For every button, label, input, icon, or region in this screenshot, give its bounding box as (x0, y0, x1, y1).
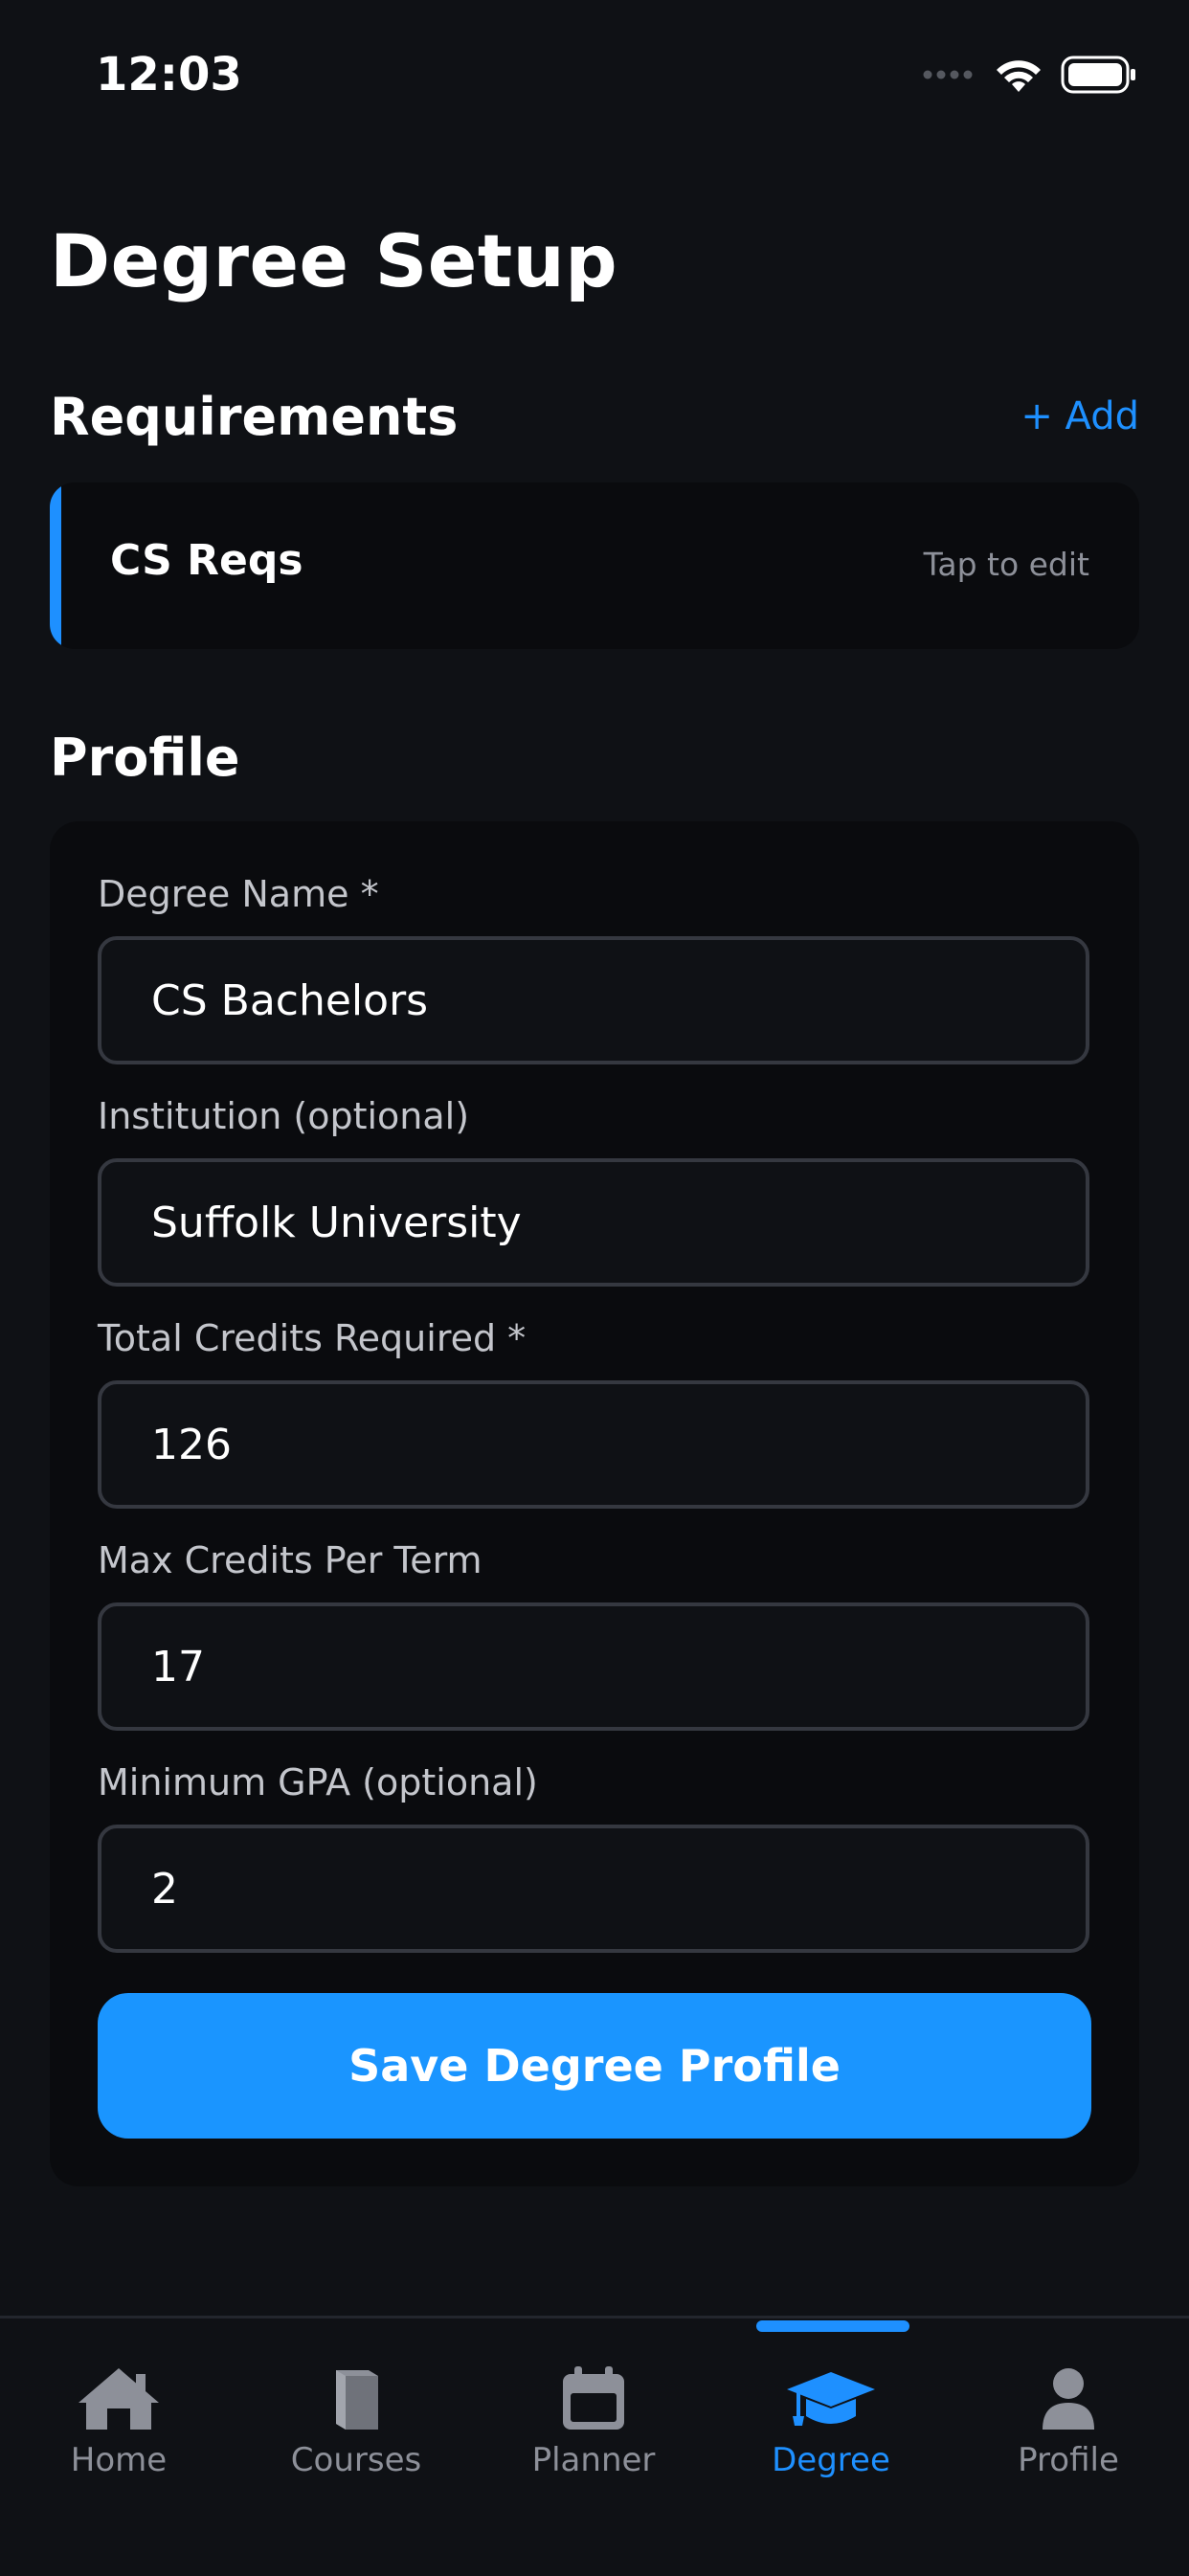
tab-degree-label: Degree (772, 2441, 890, 2479)
tab-planner-label: Planner (531, 2441, 656, 2479)
tab-courses[interactable]: Courses (237, 2364, 475, 2498)
profile-form: Degree Name * Institution (optional) Tot… (50, 821, 1139, 2186)
tab-profile[interactable]: Profile (950, 2364, 1187, 2498)
profile-section-title: Profile (50, 728, 240, 788)
tab-degree[interactable]: Degree (712, 2364, 950, 2498)
min-gpa-label: Minimum GPA (optional) (98, 1761, 538, 1803)
person-icon (950, 2364, 1187, 2431)
requirements-section-title: Requirements (50, 387, 459, 447)
status-icons (923, 54, 1137, 96)
requirement-card[interactable]: CS Reqs Tap to edit (50, 482, 1139, 649)
degree-name-label: Degree Name * (98, 873, 379, 915)
book-icon (237, 2364, 475, 2431)
degree-name-field[interactable] (98, 936, 1089, 1064)
page-title: Degree Setup (50, 218, 618, 303)
add-requirement-button[interactable]: + Add (1021, 394, 1139, 438)
graduation-cap-icon (712, 2364, 950, 2431)
tab-profile-label: Profile (1018, 2441, 1119, 2479)
min-gpa-field[interactable] (98, 1825, 1089, 1953)
max-credits-field[interactable] (98, 1602, 1089, 1731)
signal-icon (923, 69, 976, 80)
max-credits-label: Max Credits Per Term (98, 1539, 482, 1581)
wifi-icon (994, 56, 1043, 94)
tab-planner[interactable]: Planner (475, 2364, 712, 2498)
total-credits-field[interactable] (98, 1380, 1089, 1509)
save-degree-profile-button[interactable]: Save Degree Profile (98, 1993, 1091, 2139)
status-time: 12:03 (96, 48, 242, 101)
requirement-name: CS Reqs (110, 536, 303, 585)
institution-label: Institution (optional) (98, 1095, 470, 1137)
tab-home-label: Home (70, 2441, 168, 2479)
total-credits-label: Total Credits Required * (98, 1317, 527, 1359)
requirement-edit-hint: Tap to edit (923, 546, 1089, 583)
tab-courses-label: Courses (290, 2441, 422, 2479)
tab-home[interactable]: Home (0, 2364, 237, 2498)
house-icon (0, 2364, 237, 2431)
calendar-icon (475, 2364, 712, 2431)
active-tab-indicator (756, 2320, 909, 2332)
requirement-card-accent (50, 482, 61, 649)
institution-field[interactable] (98, 1158, 1089, 1287)
battery-icon (1061, 56, 1137, 94)
status-bar: 12:03 (0, 0, 1189, 153)
